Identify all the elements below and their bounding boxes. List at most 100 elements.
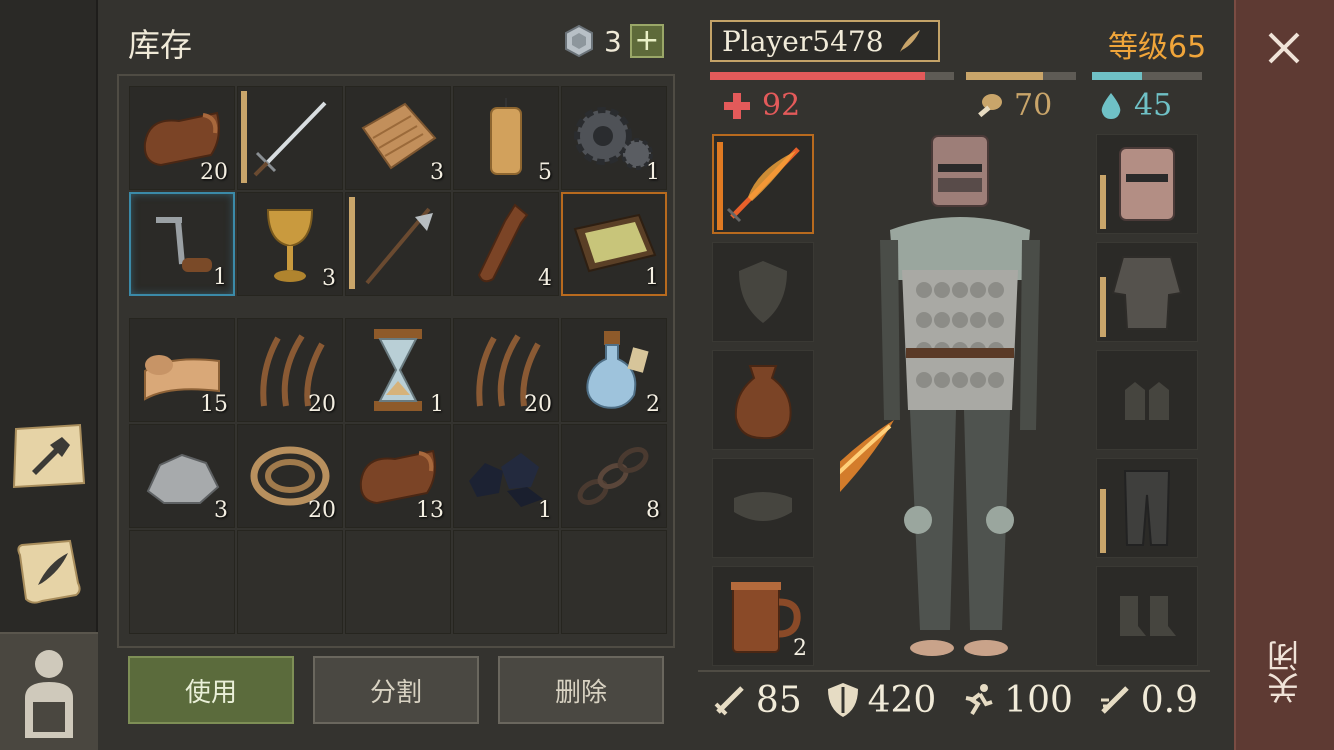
belt-slot[interactable] (712, 458, 814, 558)
attack-sword-icon (714, 686, 744, 716)
shield-slot[interactable] (712, 242, 814, 342)
inventory-slot[interactable]: 8 (561, 424, 667, 528)
inventory-slot-selected[interactable]: 1 (561, 192, 667, 296)
meat-icon (978, 93, 1002, 117)
left-nav (0, 0, 98, 750)
delete-button[interactable]: 删除 (498, 656, 664, 724)
attack-stat: 85 (712, 680, 802, 721)
water-stat: 45 (1098, 88, 1172, 123)
attack-speed-value: 0.9 (1140, 679, 1199, 721)
mug-icon (731, 582, 801, 653)
bag-slot[interactable] (712, 350, 814, 450)
item-quantity: 1 (538, 498, 552, 523)
durability-bar (1100, 489, 1106, 553)
silver-coin-icon (565, 24, 593, 58)
inventory-slot[interactable]: 2 (561, 318, 667, 422)
durability-bar (1100, 277, 1106, 337)
inventory-grid-top: 20 3 5 1 1 3 4 1 (129, 86, 667, 296)
close-panel[interactable] (1234, 0, 1334, 750)
health-cross-icon (724, 92, 750, 119)
gloves-icon (1125, 382, 1169, 420)
inventory-slot[interactable]: 1 (345, 318, 451, 422)
chain-leggings-icon (1123, 470, 1171, 546)
inventory-slot-selected[interactable]: 1 (129, 192, 235, 296)
inventory-slot[interactable]: 3 (345, 86, 451, 190)
inventory-slot[interactable]: 3 (129, 424, 235, 528)
inventory-slot[interactable]: 1 (561, 86, 667, 190)
player-name-box[interactable]: Player5478 (710, 20, 940, 62)
weapon-slot[interactable] (712, 134, 814, 234)
boots-slot[interactable] (1096, 566, 1198, 666)
inventory-slot-empty[interactable] (345, 530, 451, 634)
armor-shield-icon (827, 683, 858, 717)
crafting-icon (12, 423, 86, 489)
add-coins-button[interactable]: + (629, 24, 664, 58)
player-level: 等级65 (1108, 22, 1206, 66)
food-value: 70 (1014, 88, 1053, 123)
belt-icon (734, 492, 792, 521)
water-drop-icon (1101, 92, 1121, 119)
great-helm-icon (1119, 147, 1175, 221)
water-bar (1092, 72, 1202, 80)
journal-tab-button[interactable] (6, 528, 92, 614)
potion-icon (586, 331, 649, 409)
inventory-slot[interactable]: 20 (129, 86, 235, 190)
inventory-tab-button[interactable] (0, 632, 98, 750)
crank-icon (156, 217, 212, 272)
player-name: Player5478 (722, 24, 884, 58)
inventory-slot-empty[interactable] (453, 530, 559, 634)
mug-slot[interactable]: 2 (712, 566, 814, 666)
item-quantity: 20 (308, 498, 336, 523)
crafting-tab-button[interactable] (6, 412, 92, 498)
close-label[interactable]: 关闭 (1262, 640, 1306, 704)
hourglass-icon (374, 329, 422, 411)
goblet-icon (266, 209, 314, 282)
armor-stat: 420 (826, 679, 937, 721)
inventory-title: 库存 (128, 26, 193, 64)
item-quantity: 15 (200, 392, 228, 417)
gloves-slot[interactable] (1096, 350, 1198, 450)
inventory-slot[interactable]: 5 (453, 86, 559, 190)
inventory-grid-bottom: 15 20 1 20 2 3 20 13 1 8 (129, 318, 667, 634)
character-backpack-icon (25, 650, 73, 738)
stone-icon (146, 453, 220, 504)
speed-stat: 100 (960, 680, 1073, 721)
inventory-slot[interactable] (237, 86, 343, 190)
armor-value: 420 (867, 679, 937, 721)
item-quantity: 4 (538, 266, 552, 291)
use-button[interactable]: 使用 (128, 656, 294, 724)
item-quantity: 2 (793, 636, 807, 661)
close-icon[interactable] (1264, 28, 1304, 68)
item-quantity: 1 (213, 265, 227, 290)
sword-icon (253, 101, 327, 177)
cloth-icon (361, 102, 437, 170)
leg-armor-slot[interactable] (1096, 458, 1198, 558)
health-bar-fill (710, 72, 925, 80)
inventory-slot[interactable]: 20 (237, 318, 343, 422)
inventory-slot[interactable]: 3 (237, 192, 343, 296)
inventory-slot[interactable] (345, 192, 451, 296)
body-armor-slot[interactable] (1096, 242, 1198, 342)
item-quantity: 3 (322, 266, 336, 291)
split-button[interactable]: 分割 (313, 656, 479, 724)
inventory-slot[interactable]: 13 (345, 424, 451, 528)
shield-icon (739, 261, 787, 323)
inventory-slot[interactable]: 15 (129, 318, 235, 422)
inventory-slot[interactable]: 4 (453, 192, 559, 296)
inventory-slot-empty[interactable] (561, 530, 667, 634)
item-quantity: 1 (430, 392, 444, 417)
food-stat: 70 (974, 88, 1052, 123)
item-quantity: 1 (646, 160, 660, 185)
bottle-icon (477, 203, 529, 283)
inventory-slot[interactable]: 20 (237, 424, 343, 528)
inventory-slot-empty[interactable] (129, 530, 235, 634)
running-man-icon (965, 684, 993, 716)
inventory-slot-empty[interactable] (237, 530, 343, 634)
coin-count: 3 (604, 24, 622, 58)
food-bar (966, 72, 1076, 80)
scroll-quill-icon (17, 539, 81, 604)
inventory-slot[interactable]: 1 (453, 424, 559, 528)
health-stat: 92 (722, 88, 800, 123)
helmet-slot[interactable] (1096, 134, 1198, 234)
inventory-slot[interactable]: 20 (453, 318, 559, 422)
